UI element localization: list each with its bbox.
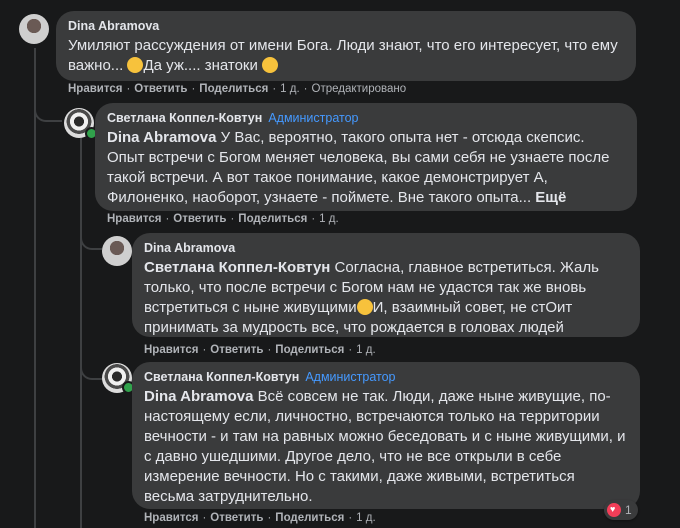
comment-author: Светлана Коппел-Ковтун Администратор — [144, 370, 628, 384]
thread-connector — [80, 230, 102, 250]
comment-text-part: Всё совсем не так. Люди, даже ныне живущ… — [144, 388, 626, 505]
comment-bubble: Светлана Коппел-Ковтун Администратор Dina… — [95, 103, 637, 211]
like-link[interactable]: Нравится — [144, 512, 198, 524]
like-link[interactable]: Нравится — [68, 83, 122, 95]
comment-author[interactable]: Dina Abramova — [144, 241, 628, 255]
comment-author: Светлана Коппел-Ковтун Администратор — [107, 111, 625, 125]
thread-line — [80, 138, 82, 528]
edited-label: Отредактировано — [311, 83, 407, 95]
mention-link[interactable]: Dina Abramova — [144, 388, 253, 405]
comment-actions: Нравится · Ответить · Поделиться · 1 д. — [144, 344, 376, 356]
see-more-link[interactable]: Ещё — [535, 189, 566, 206]
sad-emoji-icon — [127, 57, 144, 73]
reply-link[interactable]: Ответить — [134, 83, 187, 95]
comment-bubble: Светлана Коппел-Ковтун Администратор Dina… — [132, 362, 640, 509]
mention-link[interactable]: Dina Abramova — [107, 129, 216, 146]
like-link[interactable]: Нравится — [107, 213, 161, 225]
avatar[interactable] — [19, 14, 49, 44]
comment-text-part: Да уж.... знатоки — [143, 57, 258, 74]
thread-line — [34, 48, 36, 528]
comment-text: Dina Abramova У Вас, вероятно, такого оп… — [107, 128, 625, 208]
author-name[interactable]: Светлана Коппел-Ковтун — [107, 111, 262, 125]
timestamp[interactable]: 1 д. — [356, 344, 376, 356]
like-link[interactable]: Нравится — [144, 344, 198, 356]
comment-actions: Нравится · Ответить · Поделиться · 1 д. — [107, 213, 339, 225]
comment-text: Dina Abramova Всё совсем не так. Люди, д… — [144, 387, 628, 507]
comment-bubble: Dina Abramova Светлана Коппел-Ковтун Сог… — [132, 233, 640, 337]
share-link[interactable]: Поделиться — [238, 213, 307, 225]
author-name[interactable]: Светлана Коппел-Ковтун — [144, 370, 299, 384]
reply-link[interactable]: Ответить — [173, 213, 226, 225]
avatar[interactable] — [102, 236, 132, 266]
smile-emoji-icon — [356, 299, 373, 315]
admin-badge: Администратор — [305, 370, 396, 384]
admin-badge: Администратор — [268, 111, 359, 125]
thread-connector — [80, 358, 102, 380]
share-link[interactable]: Поделиться — [275, 512, 344, 524]
comment-text: Умиляют рассуждения от имени Бога. Люди … — [68, 36, 624, 76]
smile-emoji-icon — [262, 57, 279, 73]
mention-link[interactable]: Светлана Коппел-Ковтун — [144, 259, 330, 276]
love-reaction-icon — [607, 503, 621, 517]
comment-author[interactable]: Dina Abramova — [68, 19, 624, 33]
comment-bubble: Dina Abramova Умиляют рассуждения от име… — [56, 11, 636, 81]
timestamp[interactable]: 1 д. — [280, 83, 300, 95]
reply-link[interactable]: Ответить — [210, 344, 263, 356]
reply-link[interactable]: Ответить — [210, 512, 263, 524]
thread-connector — [34, 100, 62, 122]
comment-text: Светлана Коппел-Ковтун Согласна, главное… — [144, 258, 628, 338]
share-link[interactable]: Поделиться — [275, 344, 344, 356]
comment-actions: Нравится · Ответить · Поделиться · 1 д. — [144, 512, 376, 524]
reaction-summary[interactable]: 1 — [604, 500, 638, 520]
share-link[interactable]: Поделиться — [199, 83, 268, 95]
reaction-count: 1 — [625, 503, 632, 517]
timestamp[interactable]: 1 д. — [319, 213, 339, 225]
comment-actions: Нравится · Ответить · Поделиться · 1 д. · Отреда… — [68, 83, 407, 95]
timestamp[interactable]: 1 д. — [356, 512, 376, 524]
